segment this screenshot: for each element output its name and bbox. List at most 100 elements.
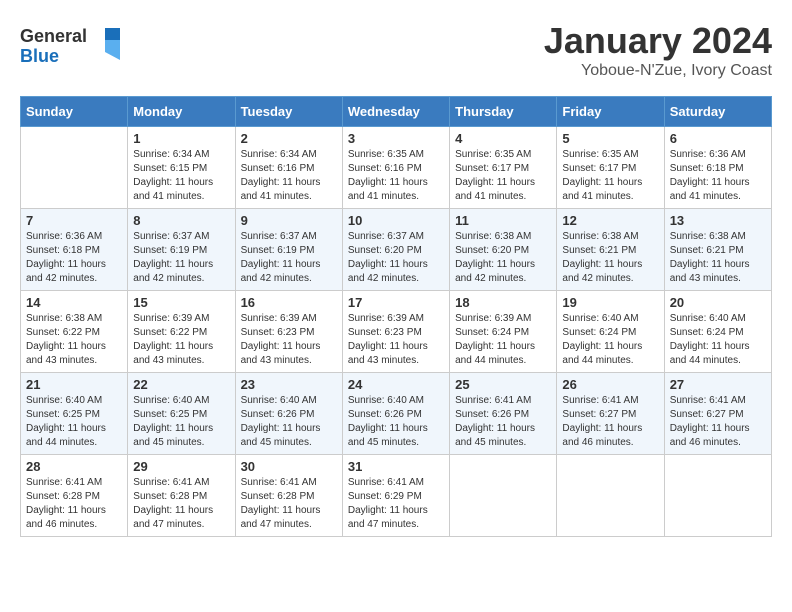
day-number: 20 [670,295,766,310]
weekday-header-thursday: Thursday [450,97,557,127]
calendar-cell: 28 Sunrise: 6:41 AMSunset: 6:28 PMDayligh… [21,455,128,537]
day-info: Sunrise: 6:41 AMSunset: 6:27 PMDaylight:… [670,394,766,450]
day-number: 22 [133,377,229,392]
week-row-1: 1 Sunrise: 6:34 AMSunset: 6:15 PMDaylight… [21,127,772,209]
calendar-table: SundayMondayTuesdayWednesdayThursdayFrid… [20,96,772,537]
calendar-cell: 14Sunrise: 6:38 AMSunset: 6:22 PMDayligh… [21,291,128,373]
calendar-cell: 5Sunrise: 6:35 AMSunset: 6:17 PMDaylight… [557,127,664,209]
calendar-cell: 13 Sunrise: 6:38 AMSunset: 6:21 PMDayligh… [664,209,771,291]
calendar-cell: 8 Sunrise: 6:37 AMSunset: 6:19 PMDaylight… [128,209,235,291]
day-number: 16 [241,295,337,310]
calendar-cell: 18 Sunrise: 6:39 AMSunset: 6:24 PMDayligh… [450,291,557,373]
calendar-cell: 21Sunrise: 6:40 AMSunset: 6:25 PMDayligh… [21,373,128,455]
day-info: Sunrise: 6:41 AMSunset: 6:28 PMDaylight:… [241,476,337,532]
day-info: Sunrise: 6:40 AMSunset: 6:26 PMDaylight:… [348,394,444,450]
calendar-cell [21,127,128,209]
day-info: Sunrise: 6:39 AMSunset: 6:24 PMDaylight:… [455,312,551,368]
day-number: 1 [133,131,229,146]
calendar-cell: 19 Sunrise: 6:40 AMSunset: 6:24 PMDayligh… [557,291,664,373]
day-info: Sunrise: 6:34 AMSunset: 6:16 PMDaylight:… [241,148,337,204]
day-info: Sunrise: 6:38 AMSunset: 6:21 PMDaylight:… [562,230,658,286]
calendar-cell: 29 Sunrise: 6:41 AMSunset: 6:28 PMDayligh… [128,455,235,537]
day-number: 23 [241,377,337,392]
calendar-cell [664,455,771,537]
calendar-cell: 26 Sunrise: 6:41 AMSunset: 6:27 PMDayligh… [557,373,664,455]
day-info: Sunrise: 6:35 AMSunset: 6:16 PMDaylight:… [348,148,444,204]
day-number: 25 [455,377,551,392]
day-number: 6 [670,131,766,146]
day-info: Sunrise: 6:36 AMSunset: 6:18 PMDaylight:… [26,230,122,286]
calendar-cell: 25 Sunrise: 6:41 AMSunset: 6:26 PMDayligh… [450,373,557,455]
day-number: 19 [562,295,658,310]
day-number: 9 [241,213,337,228]
day-info: Sunrise: 6:41 AMSunset: 6:28 PMDaylight:… [26,476,122,532]
calendar-cell: 16 Sunrise: 6:39 AMSunset: 6:23 PMDayligh… [235,291,342,373]
week-row-2: 7 Sunrise: 6:36 AMSunset: 6:18 PMDaylight… [21,209,772,291]
weekday-header-wednesday: Wednesday [342,97,449,127]
calendar-cell: 17Sunrise: 6:39 AMSunset: 6:23 PMDayligh… [342,291,449,373]
day-number: 26 [562,377,658,392]
day-info: Sunrise: 6:40 AMSunset: 6:24 PMDaylight:… [670,312,766,368]
day-info: Sunrise: 6:38 AMSunset: 6:20 PMDaylight:… [455,230,551,286]
calendar-cell: 7 Sunrise: 6:36 AMSunset: 6:18 PMDaylight… [21,209,128,291]
day-info: Sunrise: 6:37 AMSunset: 6:19 PMDaylight:… [133,230,229,286]
day-number: 8 [133,213,229,228]
day-number: 7 [26,213,122,228]
calendar-cell: 30Sunrise: 6:41 AMSunset: 6:28 PMDayligh… [235,455,342,537]
logo-text: General Blue [20,20,130,75]
calendar-cell: 11 Sunrise: 6:38 AMSunset: 6:20 PMDayligh… [450,209,557,291]
day-number: 2 [241,131,337,146]
day-info: Sunrise: 6:38 AMSunset: 6:21 PMDaylight:… [670,230,766,286]
calendar-cell: 9Sunrise: 6:37 AMSunset: 6:19 PMDaylight… [235,209,342,291]
calendar-cell: 31Sunrise: 6:41 AMSunset: 6:29 PMDayligh… [342,455,449,537]
day-info: Sunrise: 6:35 AMSunset: 6:17 PMDaylight:… [455,148,551,204]
day-number: 4 [455,131,551,146]
calendar-cell: 4 Sunrise: 6:35 AMSunset: 6:17 PMDaylight… [450,127,557,209]
day-info: Sunrise: 6:39 AMSunset: 6:23 PMDaylight:… [241,312,337,368]
page-header: General Blue January 2024 Yoboue-N'Zue, … [20,20,772,80]
month-title: January 2024 [544,20,772,62]
title-block: January 2024 Yoboue-N'Zue, Ivory Coast [544,20,772,80]
weekday-header-row: SundayMondayTuesdayWednesdayThursdayFrid… [21,97,772,127]
calendar-cell: 6 Sunrise: 6:36 AMSunset: 6:18 PMDaylight… [664,127,771,209]
weekday-header-sunday: Sunday [21,97,128,127]
week-row-3: 14Sunrise: 6:38 AMSunset: 6:22 PMDayligh… [21,291,772,373]
calendar-cell: 20 Sunrise: 6:40 AMSunset: 6:24 PMDayligh… [664,291,771,373]
day-number: 28 [26,459,122,474]
day-info: Sunrise: 6:41 AMSunset: 6:29 PMDaylight:… [348,476,444,532]
calendar-cell: 24 Sunrise: 6:40 AMSunset: 6:26 PMDayligh… [342,373,449,455]
day-number: 18 [455,295,551,310]
day-number: 5 [562,131,658,146]
day-info: Sunrise: 6:41 AMSunset: 6:26 PMDaylight:… [455,394,551,450]
calendar-cell [450,455,557,537]
day-info: Sunrise: 6:37 AMSunset: 6:20 PMDaylight:… [348,230,444,286]
calendar-cell: 23 Sunrise: 6:40 AMSunset: 6:26 PMDayligh… [235,373,342,455]
day-number: 21 [26,377,122,392]
day-info: Sunrise: 6:36 AMSunset: 6:18 PMDaylight:… [670,148,766,204]
day-number: 29 [133,459,229,474]
day-info: Sunrise: 6:34 AMSunset: 6:15 PMDaylight:… [133,148,229,204]
calendar-cell: 27Sunrise: 6:41 AMSunset: 6:27 PMDayligh… [664,373,771,455]
day-info: Sunrise: 6:38 AMSunset: 6:22 PMDaylight:… [26,312,122,368]
calendar-cell: 3Sunrise: 6:35 AMSunset: 6:16 PMDaylight… [342,127,449,209]
calendar-cell [557,455,664,537]
day-number: 10 [348,213,444,228]
calendar-cell: 10 Sunrise: 6:37 AMSunset: 6:20 PMDayligh… [342,209,449,291]
day-info: Sunrise: 6:40 AMSunset: 6:24 PMDaylight:… [562,312,658,368]
day-number: 24 [348,377,444,392]
day-info: Sunrise: 6:39 AMSunset: 6:22 PMDaylight:… [133,312,229,368]
day-info: Sunrise: 6:41 AMSunset: 6:28 PMDaylight:… [133,476,229,532]
day-number: 17 [348,295,444,310]
day-number: 13 [670,213,766,228]
day-number: 11 [455,213,551,228]
calendar-cell: 12Sunrise: 6:38 AMSunset: 6:21 PMDayligh… [557,209,664,291]
location: Yoboue-N'Zue, Ivory Coast [544,62,772,80]
day-info: Sunrise: 6:40 AMSunset: 6:26 PMDaylight:… [241,394,337,450]
week-row-5: 28 Sunrise: 6:41 AMSunset: 6:28 PMDayligh… [21,455,772,537]
calendar-cell: 15 Sunrise: 6:39 AMSunset: 6:22 PMDayligh… [128,291,235,373]
day-number: 15 [133,295,229,310]
svg-text:General: General [20,26,87,46]
calendar-cell: 1 Sunrise: 6:34 AMSunset: 6:15 PMDaylight… [128,127,235,209]
weekday-header-friday: Friday [557,97,664,127]
day-info: Sunrise: 6:41 AMSunset: 6:27 PMDaylight:… [562,394,658,450]
